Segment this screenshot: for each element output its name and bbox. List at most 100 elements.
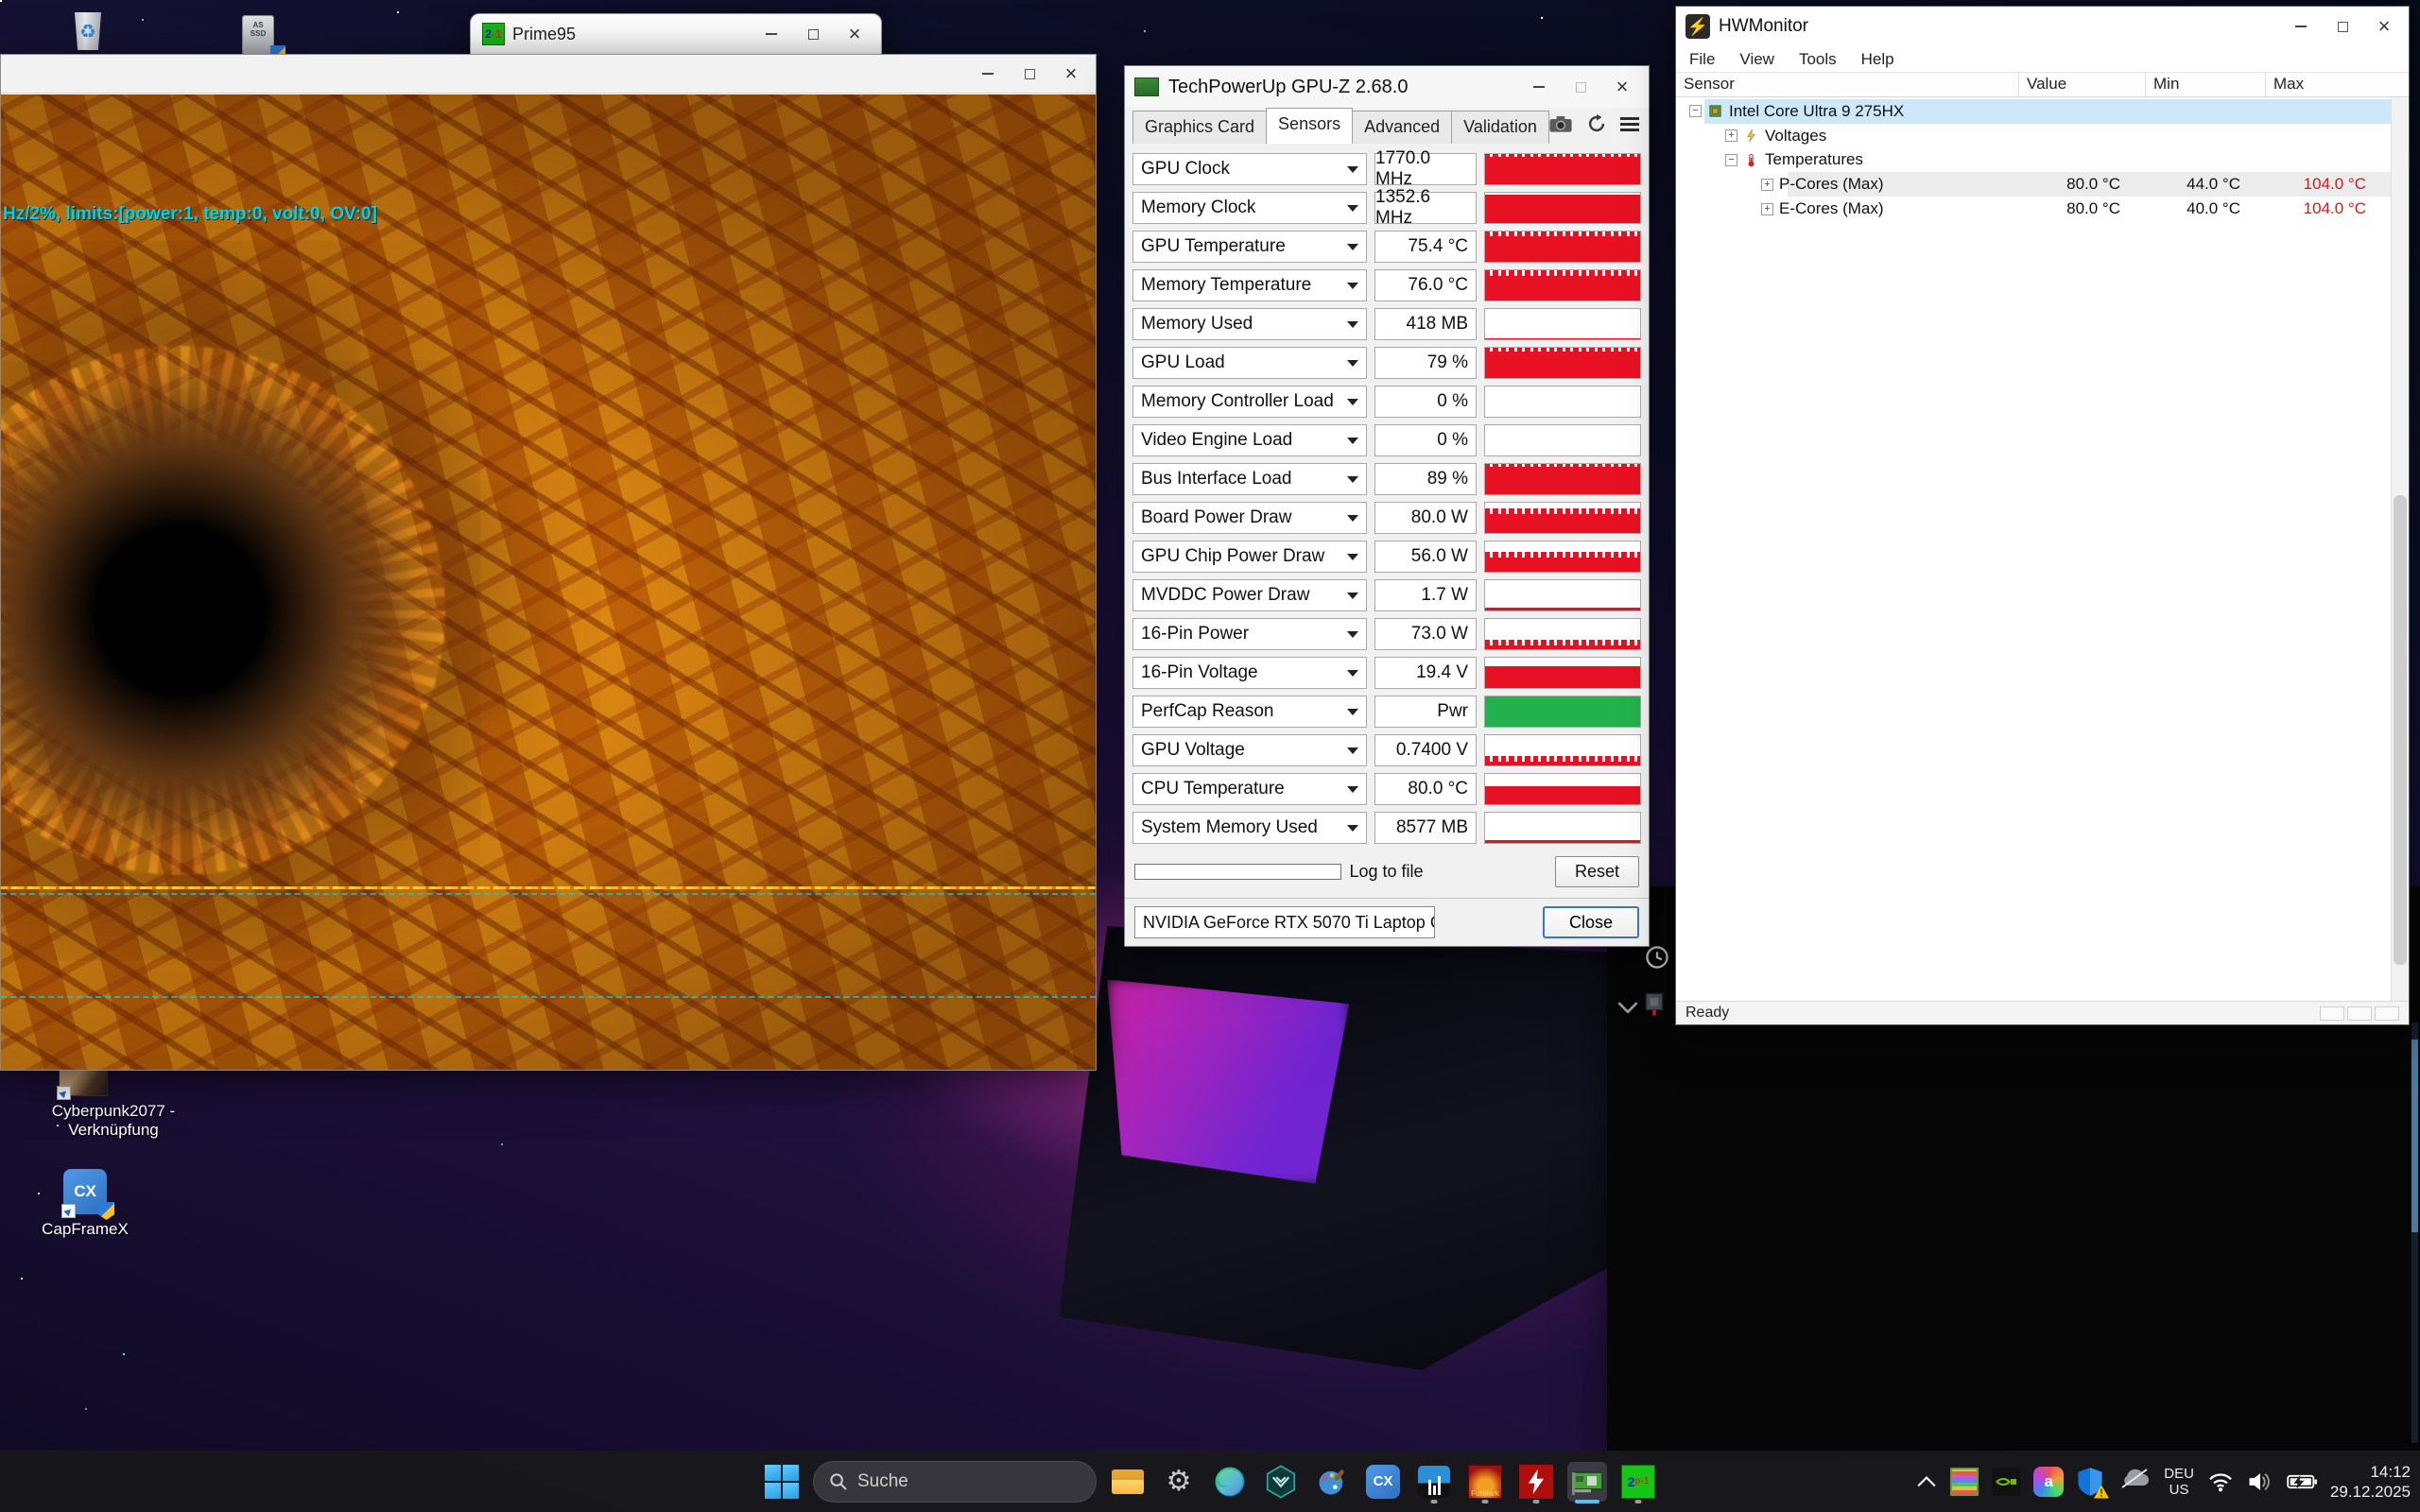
furmark-taskbar-icon[interactable]: FurMark: [1465, 1462, 1505, 1502]
maximize-button[interactable]: [1560, 73, 1601, 101]
log-to-file-checkbox[interactable]: [1134, 864, 1341, 880]
predator-sense-icon[interactable]: [1261, 1462, 1301, 1502]
minimize-button[interactable]: [751, 20, 792, 48]
sensor-label-dropdown[interactable]: GPU Voltage: [1132, 734, 1367, 766]
sensor-label-dropdown[interactable]: 16-Pin Power: [1132, 618, 1367, 650]
clock[interactable]: 14:1229.12.2025: [2330, 1462, 2411, 1502]
rgb-grid-tray-icon[interactable]: [1950, 1468, 1979, 1496]
hwmonitor-row[interactable]: −Temperatures: [1676, 148, 2391, 173]
language-indicator[interactable]: DEUUS: [2164, 1466, 2194, 1498]
screenshot-camera-icon[interactable]: [1548, 114, 1573, 133]
hwinfo-scrollbar[interactable]: [2411, 1022, 2418, 1443]
search-input[interactable]: Suche: [813, 1461, 1097, 1503]
prime95-titlebar[interactable]: 2-1 Prime95 ×: [471, 14, 881, 54]
nvidia-tray-icon[interactable]: [1992, 1468, 2020, 1496]
battery-icon[interactable]: [2287, 1472, 2317, 1491]
windows-security-icon[interactable]: [2077, 1467, 2105, 1497]
close-button[interactable]: ×: [2363, 12, 2405, 41]
capframex-taskbar-icon[interactable]: CX: [1363, 1462, 1403, 1502]
tree-expander[interactable]: +: [1761, 179, 1773, 191]
sensor-label-dropdown[interactable]: GPU Load: [1132, 347, 1367, 379]
tab-graphics-card[interactable]: Graphics Card: [1132, 111, 1267, 144]
wifi-icon[interactable]: [2207, 1471, 2234, 1492]
hwmonitor-row[interactable]: +P-Cores (Max)80.0 °C44.0 °C104.0 °C: [1676, 172, 2391, 197]
hwmonitor-row[interactable]: −Intel Core Ultra 9 275HX: [1676, 99, 2391, 124]
sensor-label-dropdown[interactable]: System Memory Used: [1132, 812, 1367, 844]
gpuz-sensor-row: GPU Load79 %: [1132, 347, 1641, 379]
sensor-label-dropdown[interactable]: Video Engine Load: [1132, 424, 1367, 456]
sensor-label-dropdown[interactable]: GPU Clock: [1132, 153, 1367, 185]
paint-icon[interactable]: [1312, 1462, 1352, 1502]
volume-icon[interactable]: [2247, 1470, 2273, 1493]
col-max[interactable]: Max: [2265, 73, 2391, 96]
hwmonitor-titlebar[interactable]: ⚡ HWMonitor ×: [1676, 7, 2409, 46]
hwmonitor-scrollbar[interactable]: [2391, 97, 2409, 1001]
hwmonitor-row[interactable]: +Voltages: [1676, 124, 2391, 148]
start-button[interactable]: [762, 1462, 802, 1502]
gpu-select-dropdown[interactable]: NVIDIA GeForce RTX 5070 Ti Laptop GF: [1134, 906, 1435, 938]
gpuz-taskbar-icon[interactable]: [1567, 1462, 1607, 1502]
recycle-bin-icon[interactable]: ♻: [69, 12, 107, 56]
sensor-label-dropdown[interactable]: CPU Temperature: [1132, 773, 1367, 805]
tab-advanced[interactable]: Advanced: [1352, 111, 1452, 144]
dropdown-caret-icon: [1347, 476, 1358, 483]
sensor-label-dropdown[interactable]: 16-Pin Voltage: [1132, 657, 1367, 689]
tab-sensors[interactable]: Sensors: [1266, 108, 1353, 144]
dropdown-caret-icon: [1347, 515, 1358, 522]
edge-browser-icon[interactable]: [1210, 1462, 1250, 1502]
col-min[interactable]: Min: [2145, 73, 2265, 96]
menu-icon[interactable]: [1620, 117, 1639, 131]
as-ssd-shortcut-icon[interactable]: ASSSD: [242, 15, 280, 59]
settings-icon[interactable]: ⚙: [1159, 1462, 1199, 1502]
dropdown-caret-icon: [1347, 747, 1358, 754]
capframex-shortcut-icon[interactable]: CX: [63, 1169, 109, 1216]
tree-expander[interactable]: −: [1689, 105, 1702, 117]
gpuz-titlebar[interactable]: TechPowerUp GPU-Z 2.68.0 ×: [1125, 66, 1649, 108]
gpuz-sensor-row: CPU Temperature80.0 °C: [1132, 773, 1641, 805]
maximize-button[interactable]: [792, 20, 834, 48]
sensor-graph: [1484, 308, 1641, 340]
minimize-button[interactable]: [967, 60, 1009, 88]
close-button[interactable]: ×: [1050, 60, 1092, 88]
sensor-label-dropdown[interactable]: Memory Controller Load: [1132, 386, 1367, 418]
sensor-label-dropdown[interactable]: Memory Used: [1132, 308, 1367, 340]
sensor-label-dropdown[interactable]: Memory Clock: [1132, 192, 1367, 224]
menu-help[interactable]: Help: [1861, 50, 1894, 69]
onedrive-offline-icon[interactable]: [2118, 1468, 2151, 1495]
close-button[interactable]: ×: [1601, 73, 1643, 101]
tree-expander[interactable]: +: [1725, 129, 1737, 142]
sensor-label-dropdown[interactable]: Bus Interface Load: [1132, 463, 1367, 495]
tree-expander[interactable]: +: [1761, 203, 1773, 215]
close-button[interactable]: ×: [834, 20, 875, 48]
sensor-label-dropdown[interactable]: PerfCap Reason: [1132, 696, 1367, 728]
menu-tools[interactable]: Tools: [1799, 50, 1837, 69]
sensor-graph-fill: [1485, 514, 1640, 533]
col-sensor[interactable]: Sensor: [1676, 73, 2018, 96]
hwmonitor-row[interactable]: +E-Cores (Max)80.0 °C40.0 °C104.0 °C: [1676, 197, 2391, 221]
hwmonitor-taskbar-icon[interactable]: [1516, 1462, 1556, 1502]
menu-view[interactable]: View: [1739, 50, 1774, 69]
minimize-button[interactable]: [1518, 73, 1560, 101]
col-value[interactable]: Value: [2018, 73, 2145, 96]
furmark-titlebar[interactable]: ×: [1, 55, 1096, 94]
core-clock-app-icon[interactable]: [1414, 1462, 1454, 1502]
refresh-icon[interactable]: [1586, 113, 1607, 134]
sensor-label-dropdown[interactable]: GPU Temperature: [1132, 231, 1367, 263]
sensor-label-dropdown[interactable]: Board Power Draw: [1132, 502, 1367, 534]
prime95-taskbar-icon[interactable]: 2p-1: [1618, 1462, 1658, 1502]
sensor-label-dropdown[interactable]: Memory Temperature: [1132, 269, 1367, 301]
menu-file[interactable]: File: [1689, 50, 1715, 69]
close-button[interactable]: Close: [1543, 906, 1639, 938]
maximize-button[interactable]: [2322, 12, 2363, 41]
sensor-label-dropdown[interactable]: GPU Chip Power Draw: [1132, 541, 1367, 573]
sensor-label-dropdown[interactable]: MVDDC Power Draw: [1132, 579, 1367, 611]
reset-button[interactable]: Reset: [1555, 856, 1639, 887]
file-explorer-icon[interactable]: [1108, 1462, 1148, 1502]
tree-expander[interactable]: −: [1725, 154, 1737, 166]
tab-validation[interactable]: Validation: [1451, 111, 1549, 144]
armoury-tray-icon[interactable]: a: [2033, 1467, 2064, 1497]
sensor-min: 40.0 °C: [2145, 199, 2265, 218]
maximize-button[interactable]: [1009, 60, 1050, 88]
minimize-button[interactable]: [2280, 12, 2322, 41]
tray-chevron-icon[interactable]: [1916, 1474, 1937, 1489]
